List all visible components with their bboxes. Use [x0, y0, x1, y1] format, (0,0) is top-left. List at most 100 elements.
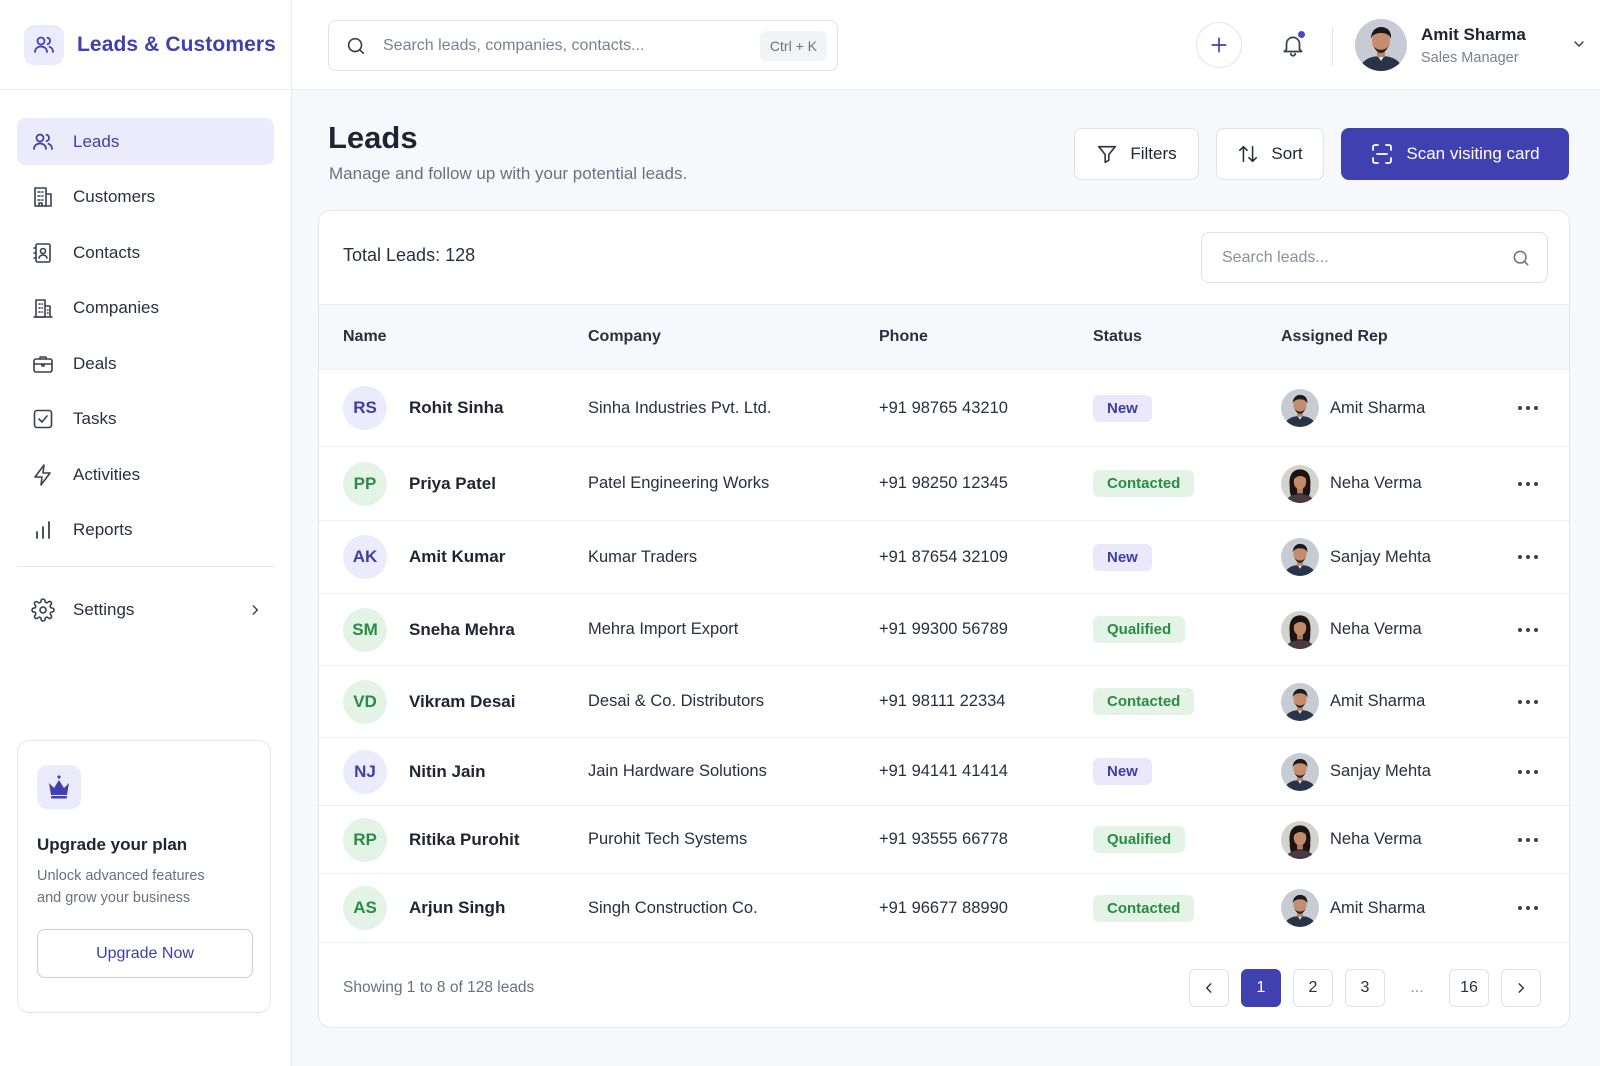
- notifications-button[interactable]: [1270, 22, 1316, 68]
- sidebar-item-reports[interactable]: Reports: [17, 507, 274, 554]
- lead-name[interactable]: Priya Patel: [409, 474, 496, 494]
- rep-cell: Amit Sharma: [1281, 389, 1510, 427]
- global-search-input[interactable]: [383, 36, 743, 55]
- briefcase-icon: [31, 352, 55, 376]
- leads-search-input[interactable]: [1222, 248, 1511, 267]
- column-header-company[interactable]: Company: [588, 305, 879, 370]
- prev-page-button[interactable]: [1189, 969, 1229, 1007]
- table-row[interactable]: NJ Nitin Jain Jain Hardware Solutions +91 9…: [319, 738, 1569, 806]
- filters-button[interactable]: Filters: [1074, 128, 1199, 180]
- lead-name[interactable]: Arjun Singh: [409, 898, 505, 918]
- sidebar-item-settings[interactable]: Settings: [17, 587, 274, 634]
- cell-company: Desai & Co. Distributors: [588, 692, 765, 710]
- table-row[interactable]: SM Sneha Mehra Mehra Import Export +91 9930…: [319, 594, 1569, 666]
- table-row[interactable]: AK Amit Kumar Kumar Traders +91 87654 32109…: [319, 521, 1569, 594]
- scan-label: Scan visiting card: [1406, 144, 1540, 163]
- leads-search[interactable]: [1201, 232, 1548, 283]
- status-badge: Qualified: [1093, 616, 1186, 643]
- name-cell: PP Priya Patel: [343, 461, 588, 506]
- cell-company: Purohit Tech Systems: [588, 830, 748, 848]
- sidebar: Leads & Customers Leads Customers Contac…: [0, 0, 292, 1066]
- pagination-summary: Showing 1 to 8 of 128 leads: [343, 979, 535, 996]
- row-actions-button[interactable]: [1510, 684, 1546, 720]
- lead-name[interactable]: Rohit Sinha: [409, 398, 503, 418]
- global-search[interactable]: Ctrl + K: [328, 20, 838, 71]
- rep-name: Amit Sharma: [1330, 898, 1426, 917]
- next-page-button[interactable]: [1501, 969, 1541, 1007]
- row-actions-button[interactable]: [1510, 890, 1546, 926]
- row-actions-button[interactable]: [1510, 466, 1546, 502]
- row-actions-button[interactable]: [1510, 539, 1546, 575]
- page-button-16[interactable]: 16: [1449, 969, 1489, 1007]
- row-actions-button[interactable]: [1510, 754, 1546, 790]
- column-header-status[interactable]: Status: [1093, 305, 1281, 370]
- cell-company: Sinha Industries Pvt. Ltd.: [588, 398, 772, 417]
- table-row[interactable]: RS Rohit Sinha Sinha Industries Pvt. Ltd. +…: [319, 370, 1569, 447]
- table-row[interactable]: AS Arjun Singh Singh Construction Co. +91 9…: [319, 874, 1569, 943]
- table-row[interactable]: RP Ritika Purohit Purohit Tech Systems +91 …: [319, 806, 1569, 874]
- search-icon: [1511, 248, 1531, 268]
- column-header-assigned-rep[interactable]: Assigned Rep: [1281, 305, 1510, 370]
- cell-assigned-rep: Amit Sharma: [1281, 666, 1510, 738]
- add-button[interactable]: [1196, 22, 1242, 68]
- rep-name: Sanjay Mehta: [1330, 547, 1431, 566]
- rep-name: Amit Sharma: [1330, 692, 1426, 710]
- rep-name: Neha Verma: [1330, 474, 1422, 492]
- row-actions-button[interactable]: [1510, 390, 1546, 426]
- initials-avatar: NJ: [343, 749, 387, 794]
- sidebar-item-contacts[interactable]: Contacts: [17, 229, 274, 276]
- sidebar-item-label: Customers: [73, 187, 156, 206]
- page-subtitle: Manage and follow up with your potential…: [329, 164, 688, 183]
- name-cell: RP Ritika Purohit: [343, 817, 588, 862]
- initials-avatar: RP: [343, 817, 387, 862]
- sort-button[interactable]: Sort: [1216, 128, 1324, 180]
- bolt-icon: [31, 463, 55, 487]
- scan-visiting-card-button[interactable]: Scan visiting card: [1341, 128, 1569, 180]
- lead-name[interactable]: Nitin Jain: [409, 762, 486, 782]
- sidebar-item-label: Contacts: [73, 242, 141, 262]
- upgrade-now-button[interactable]: Upgrade Now: [37, 929, 253, 978]
- cell-name: SM Sneha Mehra: [319, 594, 588, 666]
- column-header-phone[interactable]: Phone: [879, 305, 1093, 370]
- rep-cell: Neha Verma: [1281, 464, 1510, 503]
- cell-company: Singh Construction Co.: [588, 898, 758, 917]
- cell-status: New: [1093, 370, 1281, 447]
- users-icon: [31, 130, 55, 154]
- user-menu[interactable]: Amit Sharma Sales Manager: [1355, 18, 1587, 72]
- chevron-right-icon: [1514, 981, 1528, 995]
- page-button-2[interactable]: 2: [1293, 969, 1333, 1007]
- cell-actions: [1510, 521, 1569, 594]
- table-header-row: Name Company Phone Status Assigned Rep: [319, 304, 1569, 370]
- chevron-left-icon: [1202, 981, 1216, 995]
- user-info: Amit Sharma Sales Manager: [1421, 25, 1526, 66]
- page-button-1[interactable]: 1: [1241, 969, 1281, 1007]
- table-row[interactable]: VD Vikram Desai Desai & Co. Distributors +9…: [319, 666, 1569, 738]
- table-row[interactable]: PP Priya Patel Patel Engineering Works +91 …: [319, 447, 1569, 521]
- avatar: [1281, 752, 1319, 791]
- more-horizontal-icon: [1517, 481, 1539, 487]
- sidebar-item-leads[interactable]: Leads: [17, 118, 274, 165]
- sidebar-item-deals[interactable]: Deals: [17, 340, 274, 387]
- page-button-3[interactable]: 3: [1345, 969, 1385, 1007]
- sort-arrows-icon: [1237, 143, 1259, 165]
- column-header-name[interactable]: Name: [319, 305, 588, 370]
- lead-name[interactable]: Ritika Purohit: [409, 830, 520, 850]
- lead-name[interactable]: Vikram Desai: [409, 692, 515, 712]
- row-actions-button[interactable]: [1510, 822, 1546, 858]
- upgrade-card: Upgrade your plan Unlock advanced featur…: [17, 740, 271, 1013]
- sidebar-item-activities[interactable]: Activities: [17, 451, 274, 498]
- row-actions-button[interactable]: [1510, 612, 1546, 648]
- sort-label: Sort: [1271, 144, 1303, 163]
- name-cell: VD Vikram Desai: [343, 679, 588, 724]
- status-badge: New: [1093, 543, 1152, 571]
- more-horizontal-icon: [1517, 769, 1539, 775]
- sidebar-item-tasks[interactable]: Tasks: [17, 396, 274, 443]
- cell-assigned-rep: Amit Sharma: [1281, 370, 1510, 447]
- cell-actions: [1510, 370, 1569, 447]
- sidebar-item-customers[interactable]: Customers: [17, 174, 274, 221]
- chevron-right-icon: [248, 603, 262, 617]
- lead-name[interactable]: Amit Kumar: [409, 547, 505, 567]
- sidebar-item-companies[interactable]: Companies: [17, 285, 274, 332]
- notification-dot: [1297, 30, 1306, 39]
- lead-name[interactable]: Sneha Mehra: [409, 620, 515, 640]
